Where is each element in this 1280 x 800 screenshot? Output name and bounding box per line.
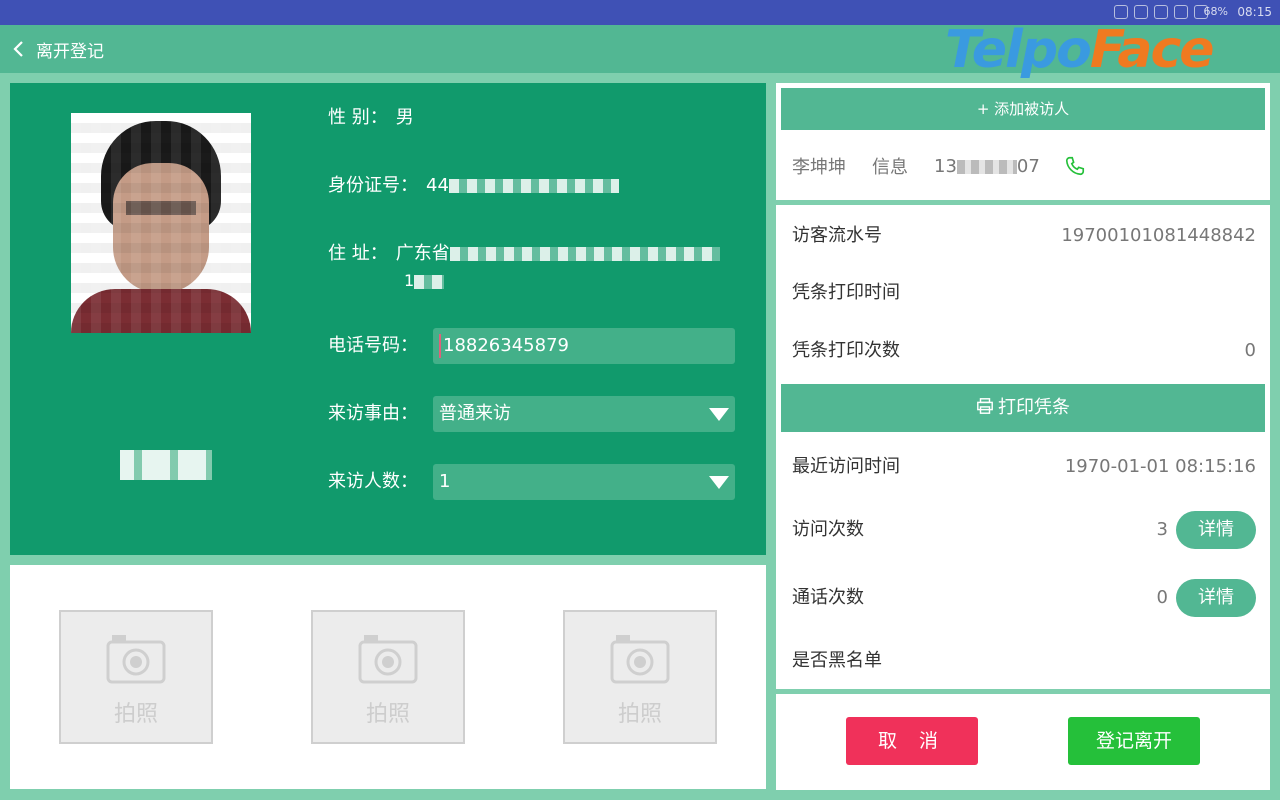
telpoface-logo: TelpoFace (945, 20, 1215, 80)
phone-icon (1154, 5, 1168, 19)
dropdown-arrow-icon (709, 476, 729, 489)
photo-capture-panel: 拍照 拍照 拍照 (10, 565, 766, 789)
call-detail-button[interactable]: 详情 (1176, 579, 1256, 617)
add-visitee-button[interactable]: + 添加被访人 (781, 88, 1265, 130)
serial-row: 访客流水号 19700101081448842 (792, 221, 1256, 251)
vibrate-icon (1114, 5, 1128, 19)
back-button[interactable]: 离开登记 (12, 33, 122, 65)
visitee-name: 李坤坤 (792, 157, 846, 178)
status-icons (1114, 5, 1208, 19)
gender-value: 男 (395, 107, 414, 128)
call-icon[interactable] (1064, 155, 1086, 177)
camera-icon (610, 635, 670, 684)
photo-slot-3[interactable]: 拍照 (563, 610, 717, 744)
visit-record-panel: 访客流水号 19700101081448842 凭条打印时间 凭条打印次数 0 … (776, 205, 1270, 689)
visitor-count-select[interactable]: 1 (433, 464, 735, 500)
call-count-row: 通话次数 0 详情 (792, 579, 1256, 617)
register-leave-button[interactable]: 登记离开 (1068, 717, 1200, 765)
print-receipt-button[interactable]: 打印凭条 (781, 384, 1265, 432)
camera-icon (358, 635, 418, 684)
last-visit-value: 1970-01-01 08:15:16 (1064, 456, 1256, 477)
battery-percent: 68% (1203, 5, 1228, 18)
printer-icon (977, 398, 993, 414)
wifi-icon (1174, 5, 1188, 19)
action-panel: 取 消 登记离开 (776, 694, 1270, 790)
address-line2: 1 (404, 263, 445, 299)
visit-count-row: 访问次数 3 详情 (792, 511, 1256, 549)
visitor-id-photo (71, 113, 251, 333)
visitor-name-masked (120, 450, 212, 480)
camera-icon (106, 635, 166, 684)
address-value: 广东省 (396, 236, 720, 272)
count-label: 来访人数： (328, 471, 418, 492)
page-title: 离开登记 (36, 41, 104, 62)
cancel-button[interactable]: 取 消 (846, 717, 978, 765)
visitor-info-panel: 性 别：男 身份证号： 44 住 址： 广东省 1 电话号码： 1882634587… (10, 83, 766, 555)
phone-label: 电话号码： (328, 335, 418, 356)
chevron-left-icon (13, 41, 23, 57)
blacklist-row: 是否黑名单 (792, 650, 882, 671)
address-field: 住 址： 广东省 (328, 236, 720, 272)
serial-value: 19700101081448842 (1061, 225, 1256, 246)
visitee-phone: 13 07 (934, 155, 1040, 177)
visit-detail-button[interactable]: 详情 (1176, 511, 1256, 549)
reason-select[interactable]: 普通来访 (433, 396, 735, 432)
last-visit-row: 最近访问时间 1970-01-01 08:15:16 (792, 452, 1256, 482)
dropdown-arrow-icon (709, 408, 729, 421)
photo-slot-1[interactable]: 拍照 (59, 610, 213, 744)
phone-input[interactable]: 18826345879 (433, 328, 735, 364)
print-count-row: 凭条打印次数 0 (792, 336, 1256, 366)
sim-icon (1134, 5, 1148, 19)
id-number-value: 44 (426, 168, 619, 204)
title-bar: 离开登记 TelpoFace (0, 20, 1280, 80)
text-caret (439, 334, 441, 358)
visitee-row: 李坤坤 信息 13 07 (792, 153, 1086, 179)
id-number-field: 身份证号： 44 (328, 168, 619, 204)
reason-label: 来访事由： (328, 403, 418, 424)
print-count-value: 0 (1244, 340, 1256, 361)
print-time-row: 凭条打印时间 (792, 282, 900, 303)
visit-count-value: 3 (1156, 519, 1168, 540)
gender-field: 性 别：男 (328, 100, 414, 136)
photo-slot-2[interactable]: 拍照 (311, 610, 465, 744)
status-clock: 08:15 (1237, 5, 1272, 19)
visitee-panel: + 添加被访人 李坤坤 信息 13 07 (776, 83, 1270, 200)
call-count-value: 0 (1156, 587, 1168, 608)
visitee-info-label: 信息 (872, 157, 908, 178)
